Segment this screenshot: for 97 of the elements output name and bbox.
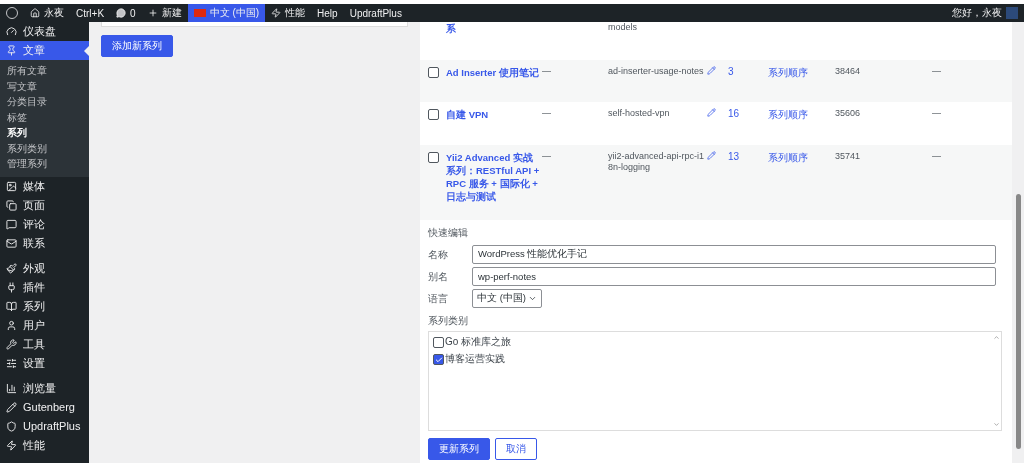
checkbox[interactable]	[428, 67, 439, 78]
sidebar-item[interactable]: 性能	[0, 435, 89, 455]
updraftplus-link[interactable]: UpdraftPlus	[349, 7, 402, 19]
field-label: 名称	[428, 247, 449, 262]
series-title-link[interactable]: Ad Inserter 使用笔记	[446, 66, 542, 79]
sidebar-item[interactable]: 系列	[0, 296, 89, 316]
sidebar-item[interactable]: Gutenberg	[0, 397, 89, 417]
greeting-link[interactable]: 您好，永夜	[952, 6, 1002, 20]
new-link[interactable]: 新建	[161, 6, 182, 20]
shortcut-link[interactable]: Ctrl+K	[76, 7, 105, 19]
series-title-link[interactable]: 自建 VPN	[446, 108, 542, 121]
brush-icon	[6, 262, 17, 274]
field-label: 语言	[428, 291, 449, 306]
plug-icon	[6, 281, 17, 293]
sidebar-item[interactable]: 外观	[0, 258, 89, 278]
submenu-item[interactable]: 系列	[0, 126, 89, 142]
count-link[interactable]: 3	[728, 66, 768, 77]
table-cell-text: —	[932, 66, 942, 77]
sidebar-item[interactable]: 设置	[0, 353, 89, 373]
table-cell-text: —	[932, 108, 942, 119]
order-link[interactable]: 系列顺序	[768, 151, 835, 165]
checkbox[interactable]	[428, 109, 439, 120]
bar-chart-icon	[6, 382, 17, 394]
category-label: 博客运营实践	[445, 352, 505, 366]
help-link[interactable]: Help	[317, 7, 338, 19]
wrench-icon	[6, 338, 17, 350]
gauge-icon	[6, 26, 17, 37]
comment-icon	[116, 8, 127, 18]
sidebar-item[interactable]: 仪表盘	[0, 22, 89, 41]
language-select[interactable]: 中文 (中国)	[472, 289, 542, 308]
comment-icon	[6, 218, 17, 230]
sidebar-item[interactable]: UpdraftPlus	[0, 416, 89, 436]
checkbox[interactable]	[433, 354, 444, 365]
name-input[interactable]: WordPress 性能优化手记	[472, 245, 996, 264]
table-cell-text: —	[542, 151, 552, 162]
flag-icon	[193, 9, 206, 17]
input-field[interactable]	[101, 22, 408, 27]
table-cell-text: 35741	[835, 151, 862, 162]
table-cell-text: 35606	[835, 108, 862, 119]
submenu-item[interactable]: 分类目录	[0, 95, 89, 111]
sidebar-item[interactable]: 联系	[0, 233, 89, 253]
sidebar-item[interactable]: 用户	[0, 315, 89, 335]
checkbox[interactable]	[433, 337, 444, 348]
table-cell-text: —	[932, 151, 942, 162]
cancel-button[interactable]: 取消	[495, 438, 537, 460]
field-label: 系列类别	[428, 314, 469, 328]
order-link[interactable]: 系列顺序	[768, 108, 835, 122]
count-link[interactable]: 16	[728, 108, 768, 119]
sidebar-item[interactable]: 页面	[0, 195, 89, 215]
table-cell-text: —	[542, 108, 552, 119]
category-label: Go 标准库之旅	[445, 335, 512, 349]
sliders-icon	[6, 357, 17, 369]
count-link[interactable]: 13	[728, 151, 768, 162]
table-cell-text: 38464	[835, 66, 862, 77]
plus-icon	[147, 8, 158, 18]
sidebar-item[interactable]: 浏览量	[0, 378, 89, 398]
series-title-link[interactable]: Yii2 Advanced 实战系列：RESTful API + RPC 服务 + 国际化 + 日志与测试	[446, 151, 542, 203]
submenu-item[interactable]: 系列类别	[0, 141, 89, 157]
book-icon	[6, 300, 17, 312]
quick-edit-title: 快速编辑	[428, 226, 469, 240]
home-icon	[30, 8, 40, 18]
shield-icon	[6, 420, 17, 432]
bolt-icon	[6, 439, 17, 451]
pin-icon	[6, 45, 17, 56]
pencil-icon	[6, 401, 17, 413]
checkbox[interactable]	[428, 152, 439, 163]
sidebar-item[interactable]: 文章	[0, 41, 89, 60]
submenu-item[interactable]: 所有文章	[0, 64, 89, 80]
site-link[interactable]: 永夜	[44, 6, 64, 20]
table-cell-text: —	[542, 66, 552, 77]
series-title-link[interactable]: 系	[446, 22, 542, 35]
slug-input[interactable]: wp-perf-notes	[472, 267, 996, 286]
table-cell-text: ad-inserter-usage-notes	[608, 66, 705, 77]
language-menu[interactable]: 中文 (中国)	[187, 4, 266, 22]
mail-icon	[6, 237, 17, 249]
order-link[interactable]: 系列顺序	[768, 66, 835, 80]
submenu-item[interactable]: 标签	[0, 110, 89, 126]
sidebar-item[interactable]: 媒体	[0, 176, 89, 196]
submenu-item[interactable]: 写文章	[0, 79, 89, 95]
image-icon	[6, 180, 17, 192]
add-series-button[interactable]: 添加新系列	[101, 35, 173, 57]
performance-link[interactable]: 性能	[285, 6, 306, 20]
table-cell-text: models	[608, 22, 638, 33]
avatar-icon	[1006, 7, 1018, 19]
field-label: 别名	[428, 269, 449, 284]
submenu-item[interactable]: 管理系列	[0, 157, 89, 173]
pages-icon	[6, 199, 17, 211]
table-cell-text: yii2-advanced-api-rpc-i18n-logging	[608, 151, 706, 173]
performance-icon	[271, 8, 282, 18]
sidebar-item[interactable]: 插件	[0, 277, 89, 297]
sidebar-item[interactable]: 评论	[0, 214, 89, 234]
table-cell-text: self-hosted-vpn	[608, 108, 671, 119]
chevron-down-icon	[527, 294, 537, 303]
sidebar-item[interactable]: 工具	[0, 334, 89, 354]
comments-count[interactable]: 0	[130, 7, 136, 19]
update-series-button[interactable]: 更新系列	[428, 438, 490, 460]
user-icon	[6, 319, 17, 331]
